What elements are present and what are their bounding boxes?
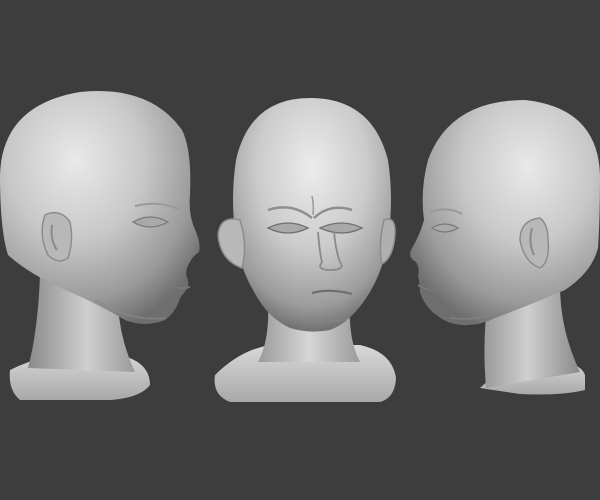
front-head	[233, 98, 391, 332]
right-profile-head	[410, 100, 600, 326]
head-right-profile	[410, 100, 600, 395]
front-ear-right	[379, 218, 396, 266]
head-left-profile	[0, 91, 200, 400]
left-profile-ear	[41, 211, 73, 262]
left-profile-head	[0, 91, 200, 324]
head-front	[214, 98, 396, 402]
sculpt-viewport	[0, 0, 600, 500]
front-ear-left	[217, 218, 246, 269]
head-turnaround-render	[0, 91, 600, 402]
